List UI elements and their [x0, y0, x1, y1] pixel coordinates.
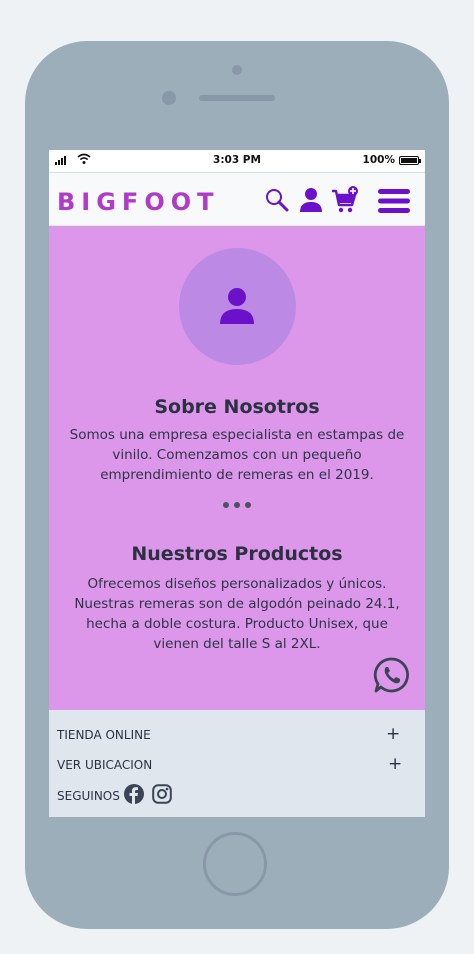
menu-icon[interactable] — [377, 187, 411, 215]
brand-logo[interactable]: BIGFOOT — [57, 188, 220, 216]
screen: 3:03 PM 100% BIGFOOT Sobre Nosotros Somo… — [49, 150, 425, 817]
products-title: Nuestros Productos — [131, 543, 343, 565]
navbar: BIGFOOT — [49, 173, 425, 226]
phone-frame: 3:03 PM 100% BIGFOOT Sobre Nosotros Somo… — [25, 41, 449, 929]
footer-item-ver-ubicacion[interactable]: VER UBICACION + — [57, 754, 413, 774]
section-divider-dots — [49, 502, 425, 508]
home-button[interactable] — [203, 832, 267, 896]
front-camera — [232, 65, 242, 75]
search-icon[interactable] — [265, 188, 289, 212]
expand-button[interactable]: + — [388, 754, 402, 774]
products-text: Ofrecemos diseños personalizados y único… — [74, 576, 400, 652]
earpiece-speaker — [199, 95, 275, 101]
expand-button[interactable]: + — [386, 724, 400, 744]
about-title: Sobre Nosotros — [154, 396, 320, 418]
footer-item-tienda-online[interactable]: TIENDA ONLINE + — [57, 724, 413, 744]
user-icon[interactable] — [299, 187, 323, 213]
about-text: Somos una empresa especialista en estamp… — [69, 427, 405, 483]
footer-item-label: VER UBICACION — [57, 758, 153, 772]
battery-percent: 100% — [362, 154, 395, 166]
cart-add-icon[interactable] — [331, 186, 359, 214]
status-bar: 3:03 PM 100% — [49, 150, 425, 173]
battery-status: 100% — [362, 154, 421, 166]
user-icon — [220, 288, 254, 324]
main-content: Sobre Nosotros Somos una empresa especia… — [49, 226, 425, 710]
footer-social: SEGUINOS — [57, 784, 413, 804]
facebook-icon[interactable] — [124, 784, 144, 804]
social-label: SEGUINOS — [57, 789, 120, 803]
footer: TIENDA ONLINE + VER UBICACION + SEGUINOS — [49, 710, 425, 817]
proximity-sensor — [162, 91, 176, 105]
battery-icon — [399, 155, 421, 165]
whatsapp-icon[interactable] — [373, 656, 411, 694]
footer-item-label: TIENDA ONLINE — [57, 728, 151, 742]
avatar — [179, 248, 296, 365]
instagram-icon[interactable] — [152, 784, 172, 804]
